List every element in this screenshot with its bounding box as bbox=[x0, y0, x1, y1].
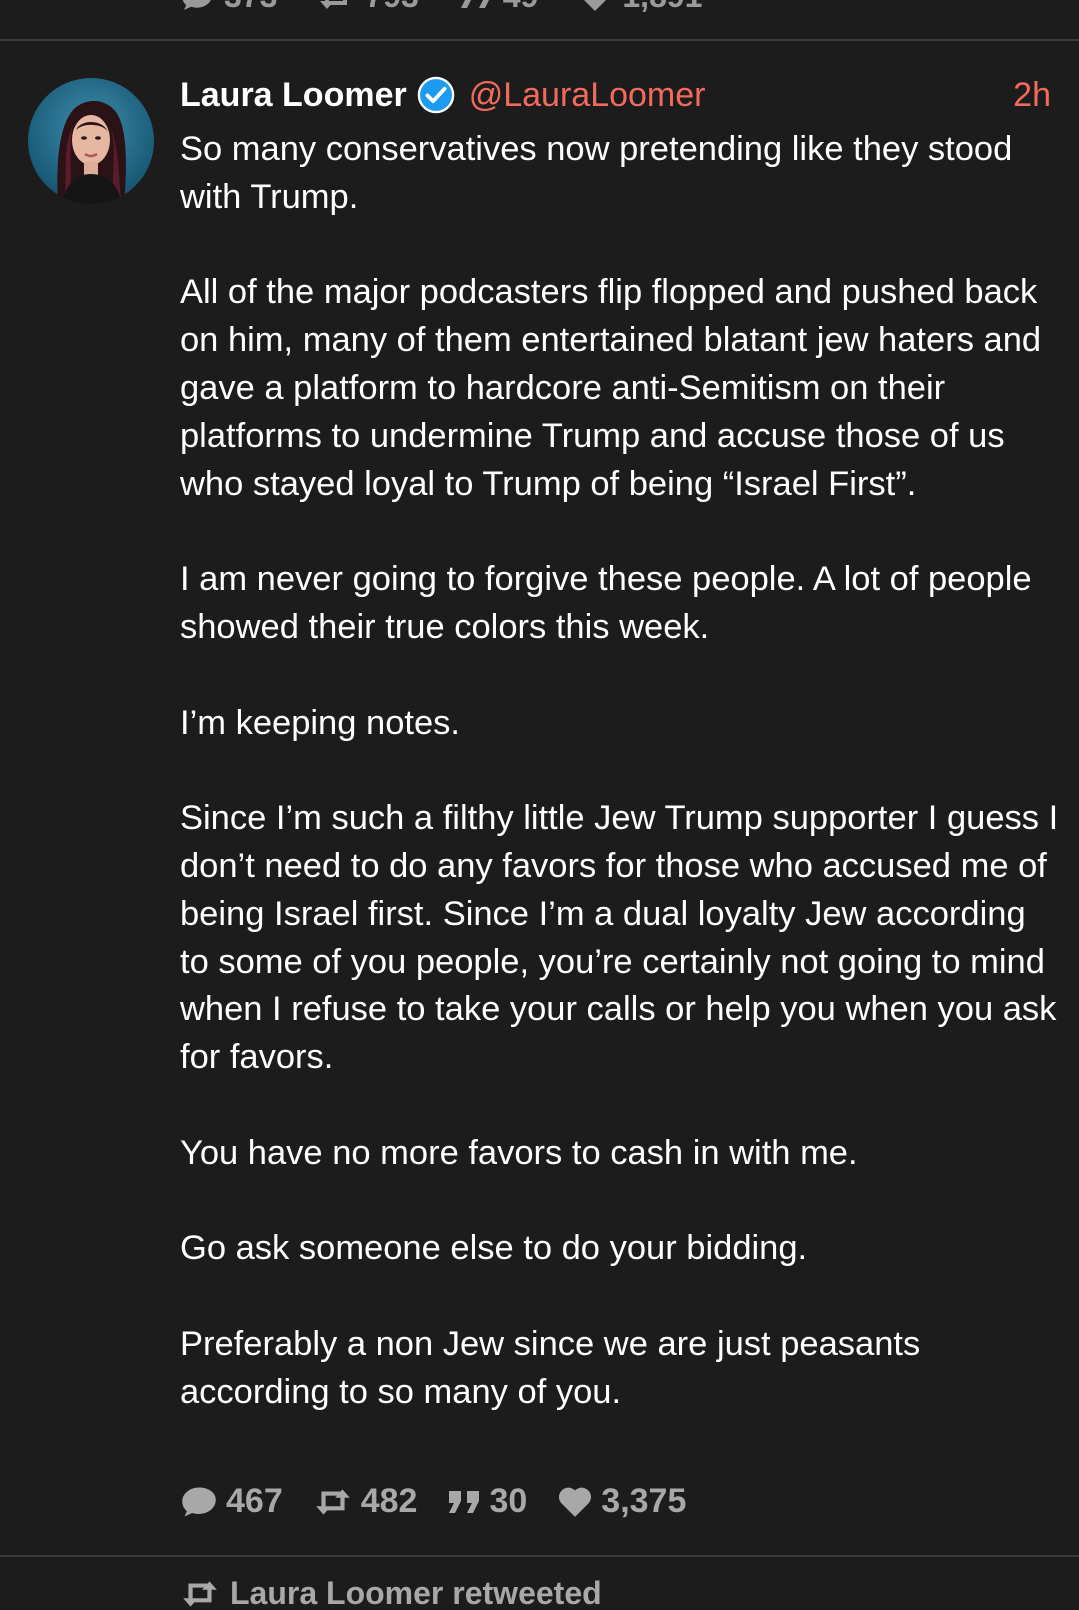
divider bbox=[0, 1555, 1079, 1557]
heart-icon bbox=[584, 0, 606, 11]
tweet-paragraph: Go ask someone else to do your bidding. bbox=[180, 1229, 808, 1268]
handle[interactable]: @LauraLoomer bbox=[469, 76, 706, 115]
previous-tweet-stats: 373 793 49 1,891 bbox=[180, 0, 702, 15]
retweet-icon bbox=[320, 0, 348, 9]
tweet-paragraph: I am never going to forgive these people… bbox=[180, 560, 1032, 646]
like-button[interactable]: 3,375 bbox=[557, 1482, 686, 1521]
previous-like-count: 1,891 bbox=[622, 0, 702, 15]
tweet-paragraph: All of the major podcasters flip flopped… bbox=[180, 273, 1042, 503]
quote-count: 30 bbox=[489, 1482, 528, 1520]
quote-icon bbox=[449, 1490, 480, 1513]
heart-icon bbox=[559, 1487, 592, 1517]
verified-badge-icon bbox=[417, 76, 455, 114]
tweet-paragraph: Preferably a non Jew since we are just p… bbox=[180, 1324, 921, 1411]
tweet-body: So many conservatives now pretending lik… bbox=[180, 126, 1060, 1464]
like-count: 3,375 bbox=[601, 1482, 687, 1520]
timeline: 373 793 49 1,891 bbox=[0, 0, 1079, 1610]
quote-button[interactable]: 30 bbox=[447, 1482, 527, 1521]
divider bbox=[0, 39, 1079, 41]
previous-quote-stat[interactable]: 49 bbox=[459, 0, 539, 15]
retweeted-by-label[interactable]: Laura Loomer retweeted bbox=[180, 1575, 602, 1610]
retweeted-by-text: Laura Loomer retweeted bbox=[230, 1575, 602, 1610]
avatar[interactable] bbox=[28, 78, 154, 204]
reply-button[interactable]: 467 bbox=[180, 1482, 283, 1521]
quote-icon bbox=[460, 0, 489, 8]
previous-reply-stat[interactable]: 373 bbox=[180, 0, 277, 15]
retweet-count: 482 bbox=[360, 1482, 418, 1520]
previous-retweet-stat[interactable]: 793 bbox=[317, 0, 419, 15]
display-name[interactable]: Laura Loomer bbox=[180, 76, 407, 115]
reply-count: 467 bbox=[226, 1482, 283, 1520]
tweet-paragraph: So many conservatives now pretending lik… bbox=[180, 130, 1013, 216]
tweet-paragraph: You have no more favors to cash in with … bbox=[180, 1133, 858, 1172]
previous-quote-count: 49 bbox=[503, 0, 539, 15]
previous-like-stat[interactable]: 1,891 bbox=[578, 0, 702, 15]
tweet-header: Laura Loomer @LauraLoomer 2h bbox=[180, 70, 1051, 120]
retweet-icon bbox=[315, 1488, 350, 1515]
tweet-paragraph: I’m keeping notes. bbox=[180, 703, 460, 742]
timestamp[interactable]: 2h bbox=[1013, 76, 1051, 115]
tweet-paragraph: Since I’m such a filthy little Jew Trump… bbox=[180, 799, 1059, 1077]
avatar-image bbox=[28, 78, 154, 204]
reply-icon bbox=[182, 0, 211, 10]
retweet-button[interactable]: 482 bbox=[313, 1482, 418, 1521]
tweet-actions: 467 482 30 3,375 bbox=[180, 1482, 716, 1521]
previous-retweet-count: 793 bbox=[365, 0, 418, 15]
retweet-icon bbox=[183, 1580, 217, 1607]
previous-reply-count: 373 bbox=[224, 0, 277, 15]
reply-icon bbox=[182, 1486, 216, 1517]
